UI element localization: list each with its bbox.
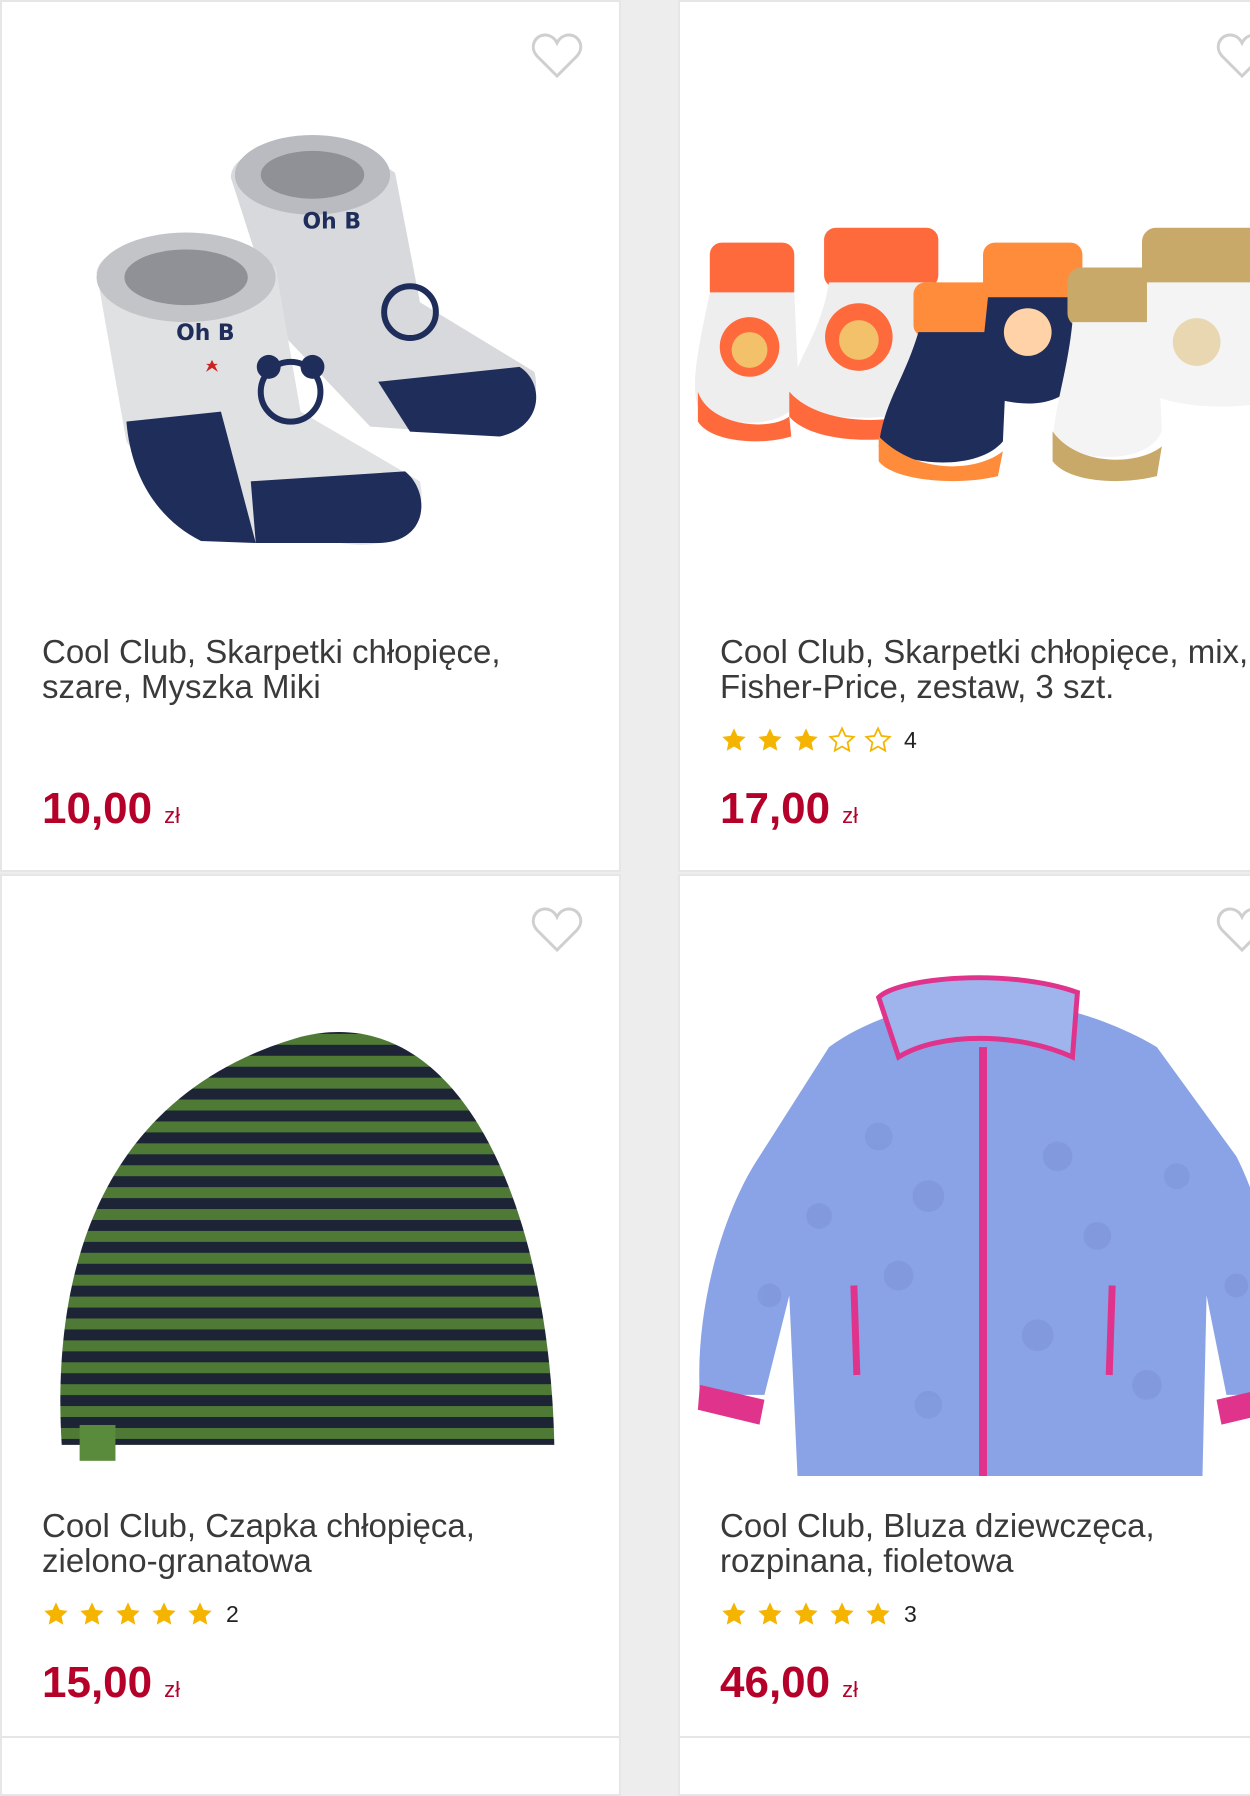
star-filled-icon [830,1602,854,1625]
star-filled-icon [152,1602,176,1625]
star-filled-icon [722,1602,746,1625]
star-filled-icon [794,728,818,751]
product-card[interactable] [678,1736,1250,1796]
rating-count: 2 [226,1600,239,1627]
heart-icon[interactable] [531,32,583,80]
star-outline-icon [828,726,856,753]
rating-count: 3 [904,1600,917,1627]
product-card[interactable]: Cool Club, Skarpetki chłopięce, mix, Fis… [678,0,1250,872]
star-filled-icon [44,1602,68,1625]
product-image[interactable]: Oh B Oh B [2,82,619,602]
product-price: 15,00 zł [42,1658,180,1708]
product-price: 10,00 zł [42,784,180,834]
star-filled-icon [116,1602,140,1625]
heart-icon[interactable] [1216,32,1250,80]
star-filled-icon [722,728,746,751]
rating: 2 [42,1600,239,1628]
price-currency: zł [164,803,180,828]
star-outline-icon [864,726,892,753]
price-value: 10,00 [42,784,153,833]
star-filled-icon [794,1602,818,1625]
rating-count: 4 [904,726,917,753]
product-price: 46,00 zł [720,1658,858,1708]
star-filled-icon [866,1602,890,1625]
star-filled-icon [758,1602,782,1625]
heart-icon[interactable] [531,906,583,954]
heart-icon[interactable] [1216,906,1250,954]
product-card[interactable]: Cool Club, Bluza dziewczęca, rozpinana, … [678,874,1250,1746]
product-image[interactable] [680,956,1250,1476]
price-value: 17,00 [720,784,831,833]
price-currency: zł [164,1677,180,1702]
rating: 3 [720,1600,917,1628]
product-card[interactable]: Oh B Oh B Cool Club, Skarpetki chłopięce… [0,0,621,872]
product-image[interactable] [680,82,1250,602]
svg-text:Oh B: Oh B [303,210,361,235]
svg-text:Oh B: Oh B [176,321,234,346]
product-card[interactable]: Cool Club, Czapka chłopięca, zielono-gra… [0,874,621,1746]
star-filled-icon [758,728,782,751]
product-price: 17,00 zł [720,784,858,834]
star-filled-icon [80,1602,104,1625]
product-image[interactable] [2,956,619,1476]
product-card[interactable] [0,1736,621,1796]
product-title[interactable]: Cool Club, Czapka chłopięca, zielono-gra… [42,1508,595,1578]
price-value: 15,00 [42,1658,153,1707]
product-title[interactable]: Cool Club, Bluza dziewczęca, rozpinana, … [720,1508,1250,1578]
star-filled-icon [188,1602,212,1625]
product-title[interactable]: Cool Club, Skarpetki chłopięce, szare, M… [42,634,595,704]
price-currency: zł [842,803,858,828]
product-title[interactable]: Cool Club, Skarpetki chłopięce, mix, Fis… [720,634,1250,704]
rating: 4 [720,726,917,754]
price-currency: zł [842,1677,858,1702]
price-value: 46,00 [720,1658,831,1707]
